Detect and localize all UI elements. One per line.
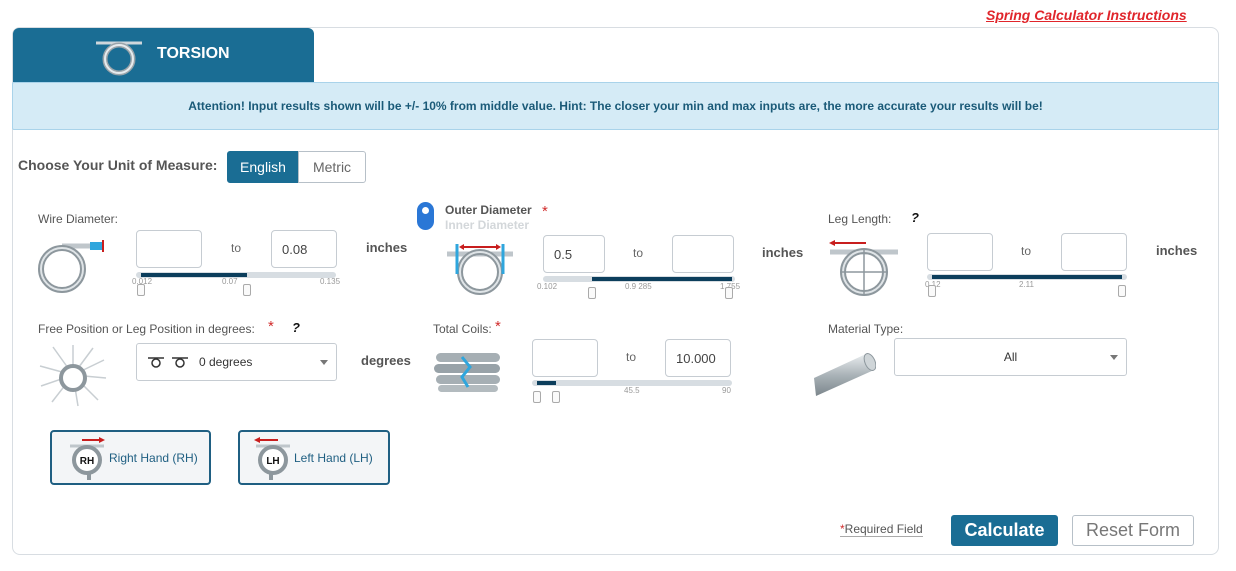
inner-diameter-label[interactable]: Inner Diameter (445, 218, 529, 232)
wire-diameter-unit: inches (366, 240, 408, 255)
outer-diameter-max-input[interactable] (672, 235, 734, 273)
left-hand-label: Left Hand (LH) (294, 450, 373, 465)
leg-length-max-handle[interactable] (1118, 285, 1126, 297)
total-coils-slider-mid: 45.5 (624, 386, 640, 395)
wire-diameter-max-handle[interactable] (243, 284, 251, 296)
tab-torsion-label: TORSION (157, 45, 230, 62)
outer-diameter-slider-fill (592, 277, 732, 281)
total-coils-required: * (495, 318, 501, 335)
total-coils-max-handle[interactable] (552, 391, 560, 403)
wire-diameter-min-input[interactable] (136, 230, 202, 268)
attention-text: Attention! Input results shown will be +… (188, 99, 1043, 113)
material-rod-icon (814, 353, 876, 396)
wire-diameter-icon (38, 240, 104, 293)
free-position-required: * (268, 318, 274, 335)
leg-length-label: Leg Length: (828, 212, 892, 226)
left-hand-button[interactable]: LH Left Hand (LH) (238, 430, 390, 485)
required-field-text: Required Field (844, 522, 923, 536)
leg-length-min-input[interactable] (927, 233, 993, 271)
leg-length-slider-fill (932, 275, 1122, 279)
outer-diameter-min-input[interactable]: 0.5 (543, 235, 605, 273)
free-position-selected: 0 degrees (199, 355, 253, 369)
leg-length-icon (829, 240, 898, 296)
required-field-note: *Required Field (840, 522, 923, 537)
unit-metric-button[interactable]: Metric (298, 151, 366, 183)
chevron-down-icon (320, 360, 328, 365)
leg-length-max-input[interactable] (1061, 233, 1127, 271)
reset-form-button[interactable]: Reset Form (1072, 515, 1194, 546)
wire-diameter-to: to (231, 241, 242, 255)
wire-diameter-min-handle[interactable] (137, 284, 145, 296)
material-type-label: Material Type: (828, 322, 904, 336)
outer-diameter-slider-min: 0.102 (537, 282, 558, 291)
outer-diameter-unit: inches (762, 245, 804, 260)
outer-diameter-min-handle[interactable] (588, 287, 596, 299)
instructions-link[interactable]: Spring Calculator Instructions (986, 7, 1187, 23)
attention-banner: Attention! Input results shown will be +… (12, 82, 1219, 130)
free-position-icon (39, 345, 107, 407)
outer-diameter-max-handle[interactable] (725, 287, 733, 299)
outer-diameter-required: * (542, 203, 548, 220)
material-type-select[interactable]: All (894, 338, 1127, 376)
leg-length-unit: inches (1156, 243, 1198, 258)
diameter-toggle-knob (422, 207, 429, 214)
right-hand-spring-icon: RH (70, 436, 105, 480)
leg-length-help-icon[interactable]: ? (911, 210, 919, 225)
outer-diameter-icon (447, 244, 513, 295)
free-position-help-icon[interactable]: ? (292, 320, 300, 335)
free-position-unit: degrees (361, 353, 411, 368)
material-type-selected: All (1003, 350, 1018, 364)
left-hand-spring-icon: LH (254, 436, 290, 480)
total-coils-max-input[interactable]: 10.000 (665, 339, 731, 377)
torsion-spring-icon (96, 41, 142, 76)
chevron-down-icon (1110, 355, 1118, 360)
wire-diameter-slider-mid: 0.07 (222, 277, 238, 286)
free-position-select[interactable]: 0 degrees (136, 343, 337, 381)
total-coils-icon (434, 353, 500, 392)
total-coils-min-input[interactable] (532, 339, 598, 377)
total-coils-slider-fill (537, 381, 556, 385)
wire-diameter-label: Wire Diameter: (38, 212, 119, 226)
right-hand-badge: RH (80, 456, 94, 467)
free-position-label: Free Position or Leg Position in degrees… (38, 322, 255, 336)
wire-diameter-max-input[interactable]: 0.08 (271, 230, 337, 268)
total-coils-to: to (626, 350, 637, 364)
leg-length-to: to (1021, 244, 1032, 258)
outer-diameter-to: to (633, 246, 644, 260)
wire-diameter-slider-max: 0.135 (320, 277, 341, 286)
unit-of-measure-label: Choose Your Unit of Measure: (18, 157, 218, 173)
total-coils-min-handle[interactable] (533, 391, 541, 403)
right-hand-button[interactable]: RH Right Hand (RH) (50, 430, 211, 485)
calculate-button[interactable]: Calculate (951, 515, 1058, 546)
leg-length-slider-mid: 2.11 (1019, 280, 1034, 289)
unit-english-button[interactable]: English (227, 151, 299, 183)
outer-diameter-label[interactable]: Outer Diameter (445, 203, 532, 217)
right-hand-label: Right Hand (RH) (109, 450, 198, 465)
leg-length-min-handle[interactable] (928, 285, 936, 297)
total-coils-label: Total Coils: (433, 322, 492, 336)
leg-position-icon (148, 357, 188, 368)
total-coils-slider-max: 90 (722, 386, 731, 395)
left-hand-badge: LH (266, 456, 279, 467)
outer-diameter-slider-mid: 0.9 285 (625, 282, 652, 291)
